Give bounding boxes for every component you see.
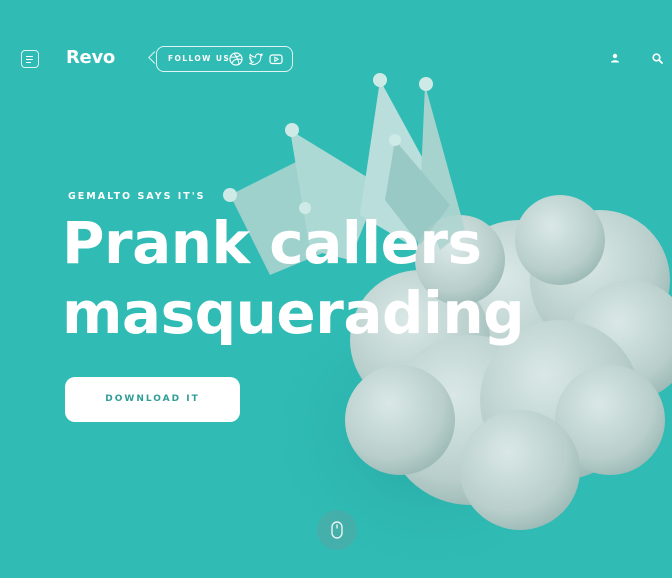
search-icon[interactable]	[652, 53, 663, 64]
hero-headline-line-1: Prank callers	[62, 209, 482, 277]
mouse-icon	[331, 521, 343, 539]
hero-eyebrow: GEMALTO SAYS IT'S	[68, 191, 206, 202]
youtube-icon[interactable]	[269, 52, 283, 66]
hero-headline: Prank callers masquerading	[62, 208, 622, 348]
scroll-down-button[interactable]	[317, 510, 357, 550]
hero-headline-line-2: masquerading	[62, 279, 525, 347]
user-icon[interactable]	[610, 53, 620, 63]
download-button[interactable]: DOWNLOAD IT	[65, 377, 240, 422]
dribbble-icon[interactable]	[229, 52, 243, 66]
follow-us-label: FOLLOW US	[168, 54, 231, 63]
follow-us-group: FOLLOW US	[156, 46, 293, 72]
twitter-icon[interactable]	[249, 52, 263, 66]
brand-logo[interactable]: Revo	[66, 47, 115, 68]
top-navigation: Revo FOLLOW US	[0, 0, 672, 120]
menu-icon[interactable]	[21, 50, 39, 68]
